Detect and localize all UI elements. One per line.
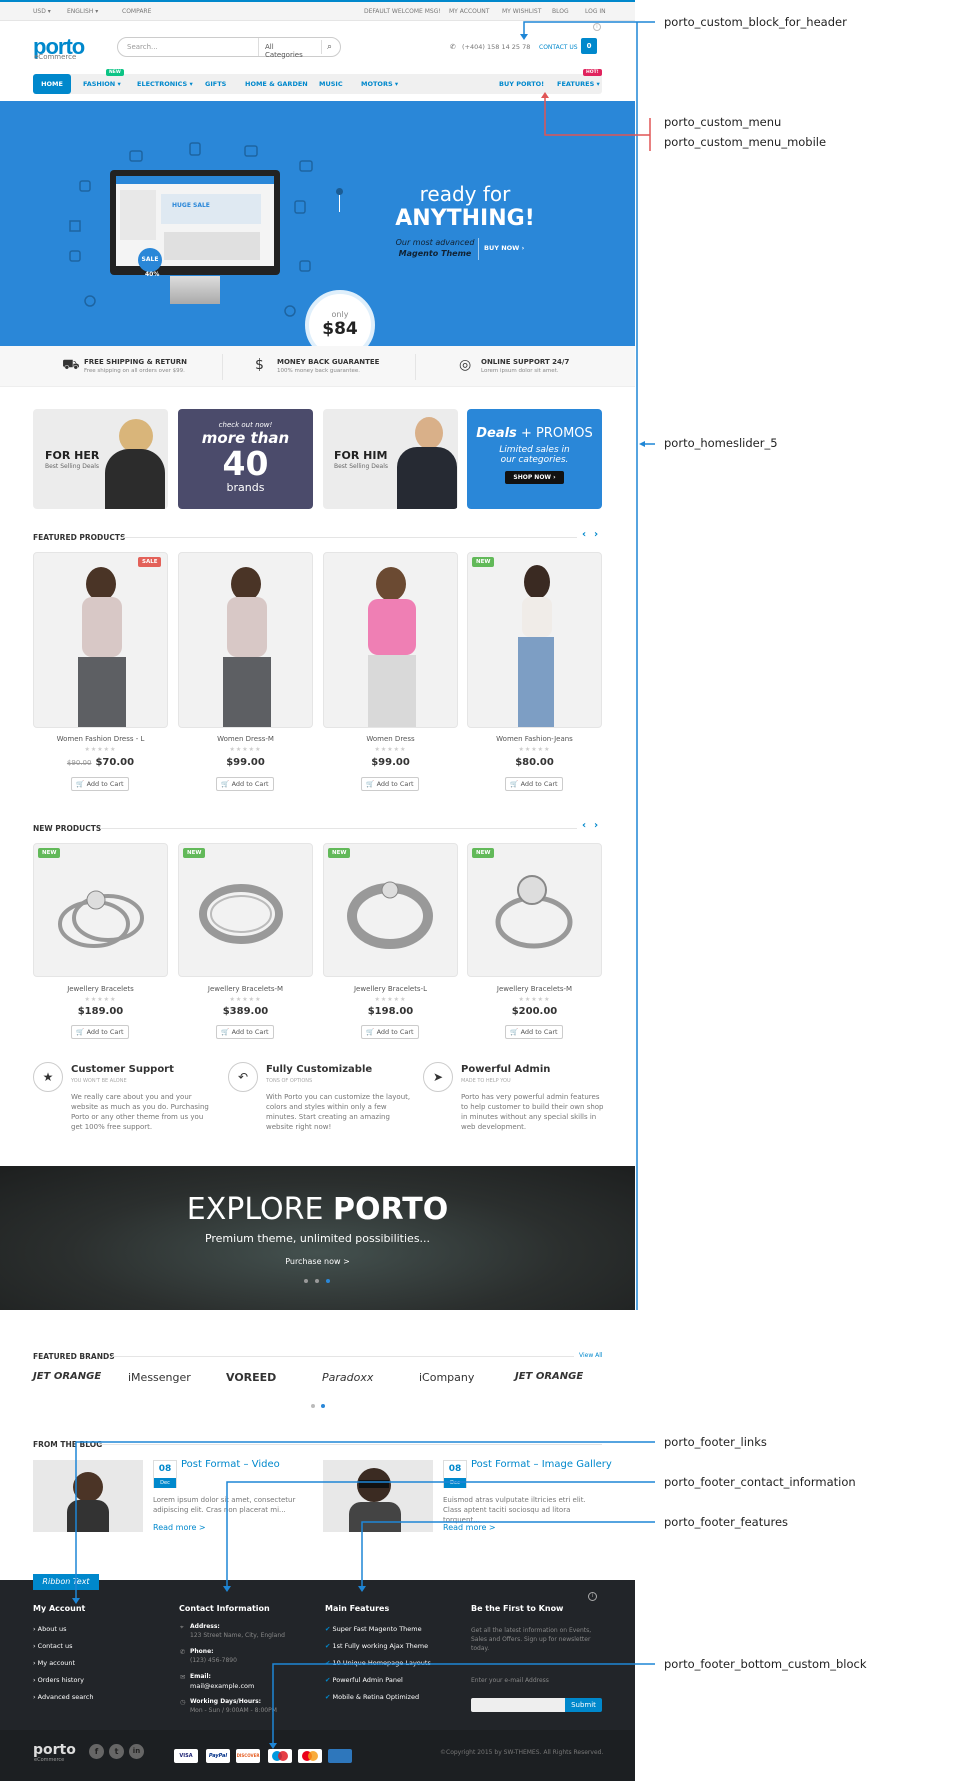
- annotation-label: porto_custom_menu_mobile: [664, 135, 827, 149]
- annotation-label: porto_footer_links: [664, 1435, 767, 1449]
- annotation-label: porto_homeslider_5: [664, 436, 778, 450]
- annotation-label: porto_footer_features: [664, 1515, 789, 1529]
- page: USD ▾ ENGLISH ▾ COMPARE DEFAULT WELCOME …: [0, 0, 960, 1781]
- annotation-lines: [72, 21, 655, 1749]
- annotation-label: porto_footer_contact_information: [664, 1475, 856, 1489]
- annotation-label: porto_custom_menu: [664, 115, 782, 129]
- annotation-label: porto_custom_block_for_header: [664, 15, 847, 29]
- annotation-label: porto_footer_bottom_custom_block: [664, 1657, 867, 1671]
